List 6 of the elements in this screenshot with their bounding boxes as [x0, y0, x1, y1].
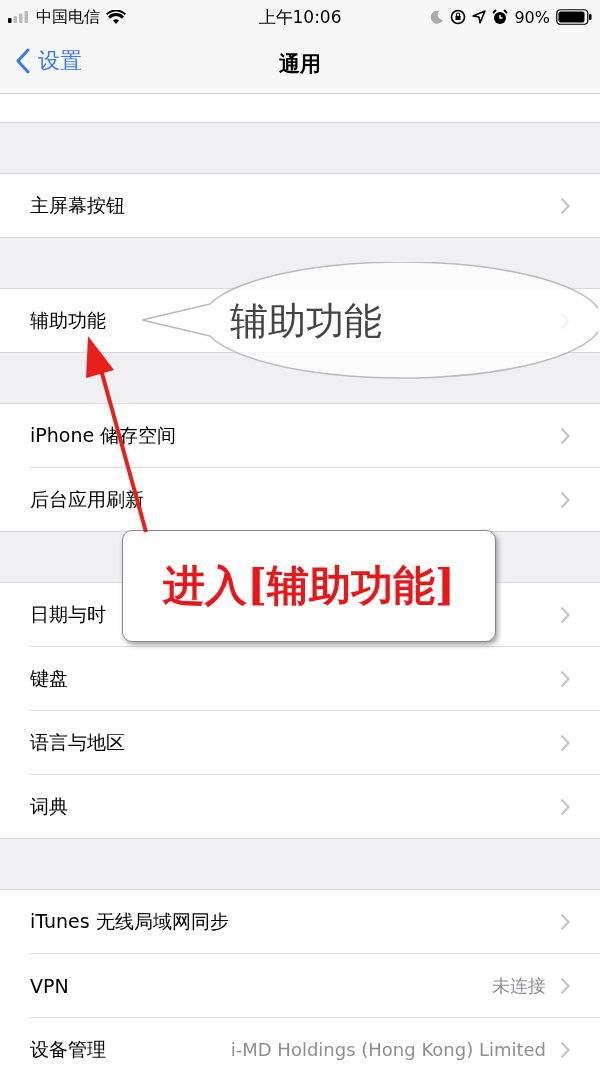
callout-text: 辅助功能	[230, 298, 382, 345]
status-time: 上午10:06	[258, 5, 342, 29]
callout-tooltip: 进入[辅助功能]	[122, 530, 496, 642]
carrier-name: 中国电信	[36, 6, 100, 28]
battery-percent: 90%	[514, 7, 550, 27]
nav-title: 通用	[279, 50, 321, 78]
